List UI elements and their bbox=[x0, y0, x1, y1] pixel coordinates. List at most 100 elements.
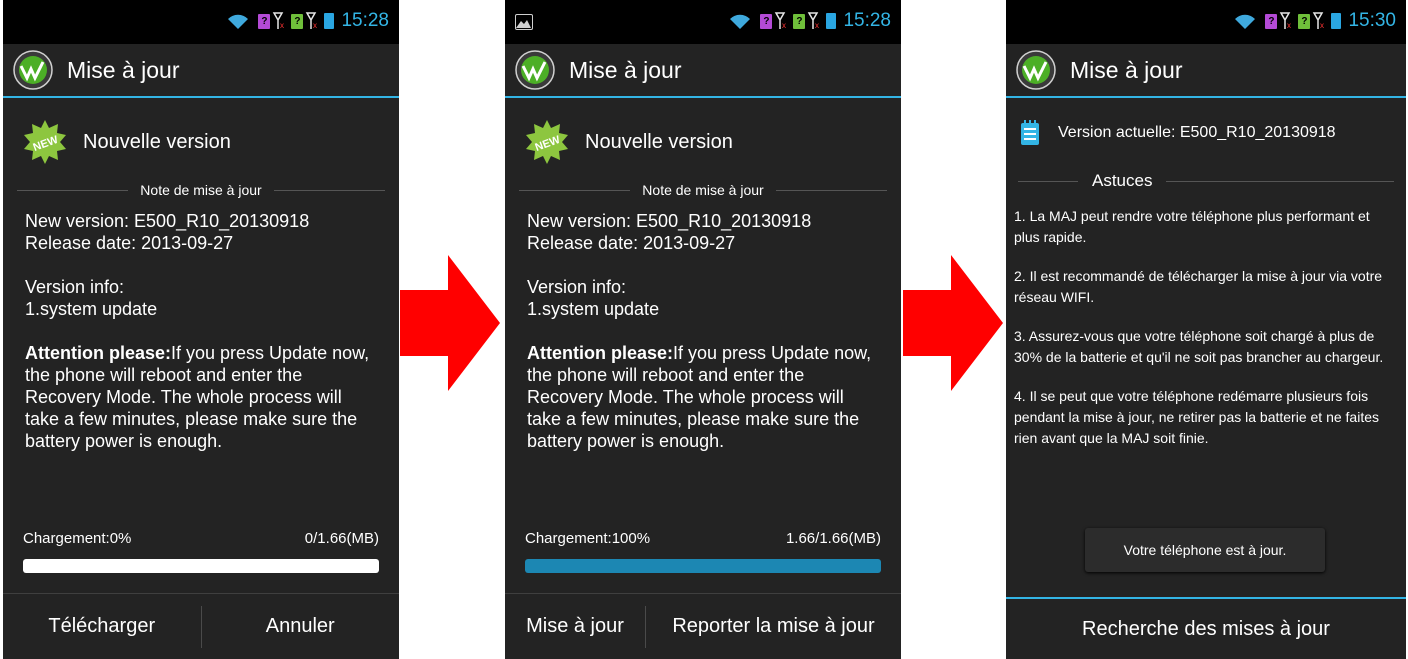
wifi-icon bbox=[730, 14, 751, 29]
svg-text:x: x bbox=[313, 21, 317, 30]
tips-divider: Astuces bbox=[1018, 171, 1394, 191]
new-version-label: Nouvelle version bbox=[83, 130, 231, 153]
app-icon[interactable] bbox=[515, 50, 555, 90]
sim1-icon: ? x bbox=[760, 12, 786, 30]
sim2-label: ? bbox=[291, 13, 304, 29]
svg-text:x: x bbox=[782, 21, 786, 30]
status-bar: ? x ? x 15:28 bbox=[505, 0, 901, 44]
tip-item: 1. La MAJ peut rendre votre téléphone pl… bbox=[1014, 208, 1370, 245]
cancel-button[interactable]: Annuler bbox=[202, 615, 400, 638]
status-bar: ? x ? x 15:28 bbox=[3, 0, 399, 44]
battery-icon bbox=[826, 13, 837, 29]
notes-divider: Note de mise à jour bbox=[17, 182, 385, 198]
sim1-label: ? bbox=[258, 13, 271, 29]
bottom-button-bar: Télécharger Annuler bbox=[3, 593, 399, 659]
progress-size: 0/1.66(MB) bbox=[304, 530, 379, 547]
update-button[interactable]: Mise à jour bbox=[505, 615, 645, 638]
new-badge-icon: NEW bbox=[24, 120, 66, 164]
phone-screen-1: ? x ? x 15:28 Mise à jour NEW Nouvelle v… bbox=[3, 0, 399, 659]
antenna-icon: x bbox=[775, 12, 786, 30]
progress-labels: Chargement:0% 0/1.66(MB) bbox=[23, 530, 379, 547]
page-title: Mise à jour bbox=[569, 56, 682, 83]
version-info-label: Version info: bbox=[25, 277, 125, 297]
battery-icon bbox=[1331, 13, 1342, 29]
arrow-icon bbox=[400, 255, 500, 391]
progress-bar bbox=[23, 559, 379, 573]
tip-item: 4. Il se peut que votre téléphone redéma… bbox=[1014, 388, 1379, 446]
sim2-label: ? bbox=[793, 13, 806, 29]
new-version-label: Nouvelle version bbox=[585, 130, 733, 153]
svg-text:x: x bbox=[1287, 21, 1291, 30]
new-version-text: New version: E500_R10_20130918 bbox=[25, 211, 310, 231]
bottom-button-bar: Mise à jour Reporter la mise à jour bbox=[505, 593, 901, 659]
new-version-row: NEW Nouvelle version bbox=[21, 118, 231, 166]
current-version-label: Version actuelle: E500_R10_20130918 bbox=[1058, 124, 1336, 141]
action-bar: Mise à jour bbox=[505, 44, 901, 98]
antenna-icon: x bbox=[1280, 12, 1291, 30]
tips-list: 1. La MAJ peut rendre votre téléphone pl… bbox=[1014, 206, 1390, 467]
check-updates-button[interactable]: Recherche des mises à jour bbox=[1006, 597, 1406, 659]
download-button[interactable]: Télécharger bbox=[3, 615, 201, 638]
release-date: Release date: 2013-09-27 bbox=[527, 233, 736, 253]
release-notes: New version: E500_R10_20130918 Release d… bbox=[527, 210, 879, 452]
sim2-icon: ? x bbox=[291, 12, 317, 30]
page-title: Mise à jour bbox=[1070, 56, 1183, 83]
attention-label: Attention please: bbox=[527, 343, 674, 363]
phone-screen-2: ? x ? x 15:28 Mise à jour NEW Nouvelle v… bbox=[505, 0, 901, 659]
tip-item: 2. Il est recommandé de télécharger la m… bbox=[1014, 268, 1383, 305]
sim2-icon: ? x bbox=[793, 12, 819, 30]
svg-text:x: x bbox=[280, 21, 284, 30]
sim1-icon: ? x bbox=[258, 12, 284, 30]
notes-header: Note de mise à jour bbox=[642, 182, 764, 198]
sim1-icon: ? x bbox=[1265, 12, 1291, 30]
action-bar: Mise à jour bbox=[3, 44, 399, 98]
app-icon[interactable] bbox=[13, 50, 53, 90]
current-version-row: Version actuelle: E500_R10_20130918 bbox=[1020, 120, 1336, 146]
svg-text:x: x bbox=[1320, 21, 1324, 30]
wifi-icon bbox=[228, 14, 249, 29]
clock: 15:30 bbox=[1348, 10, 1396, 31]
tips-header: Astuces bbox=[1092, 171, 1153, 190]
status-bar: ? x ? x 15:30 bbox=[1006, 0, 1406, 44]
action-bar: Mise à jour bbox=[1006, 44, 1406, 98]
version-info-item: 1.system update bbox=[25, 299, 158, 319]
release-notes: New version: E500_R10_20130918 Release d… bbox=[25, 210, 377, 452]
version-info-item: 1.system update bbox=[527, 299, 660, 319]
battery-icon bbox=[324, 13, 335, 29]
new-version-text: New version: E500_R10_20130918 bbox=[527, 211, 812, 231]
svg-text:x: x bbox=[815, 21, 819, 30]
release-date: Release date: 2013-09-27 bbox=[25, 233, 234, 253]
progress-size: 1.66/1.66(MB) bbox=[785, 530, 881, 547]
sim1-label: ? bbox=[760, 13, 773, 29]
sim2-icon: ? x bbox=[1298, 12, 1324, 30]
app-icon[interactable] bbox=[1016, 50, 1056, 90]
clock: 15:28 bbox=[341, 10, 389, 31]
antenna-icon: x bbox=[808, 12, 819, 30]
progress-label: Chargement:0% bbox=[23, 530, 132, 547]
notes-header: Note de mise à jour bbox=[140, 182, 262, 198]
attention-label: Attention please: bbox=[25, 343, 172, 363]
antenna-icon: x bbox=[273, 12, 284, 30]
antenna-icon: x bbox=[306, 12, 317, 30]
new-badge-icon: NEW bbox=[526, 120, 568, 164]
new-version-row: NEW Nouvelle version bbox=[523, 118, 733, 166]
progress-labels: Chargement:100% 1.66/1.66(MB) bbox=[525, 530, 881, 547]
page-title: Mise à jour bbox=[67, 56, 180, 83]
clock: 15:28 bbox=[843, 10, 891, 31]
antenna-icon: x bbox=[1313, 12, 1324, 30]
image-notification-icon bbox=[515, 14, 533, 30]
arrow-icon bbox=[903, 255, 1003, 391]
tip-item: 3. Assurez-vous que votre téléphone soit… bbox=[1014, 328, 1384, 365]
progress-fill bbox=[525, 559, 881, 573]
version-info-label: Version info: bbox=[527, 277, 627, 297]
progress-label: Chargement:100% bbox=[525, 530, 651, 547]
attention-paragraph: Attention please:If you press Update now… bbox=[527, 342, 879, 452]
notes-divider: Note de mise à jour bbox=[519, 182, 887, 198]
attention-paragraph: Attention please:If you press Update now… bbox=[25, 342, 377, 452]
postpone-button[interactable]: Reporter la mise à jour bbox=[646, 615, 901, 638]
phone-screen-3: ? x ? x 15:30 Mise à jour Version actuel… bbox=[1006, 0, 1406, 659]
wifi-icon bbox=[1235, 14, 1256, 29]
notepad-icon bbox=[1021, 120, 1039, 145]
up-to-date-toast: Votre téléphone est à jour. bbox=[1085, 528, 1325, 572]
sim2-label: ? bbox=[1298, 13, 1311, 29]
